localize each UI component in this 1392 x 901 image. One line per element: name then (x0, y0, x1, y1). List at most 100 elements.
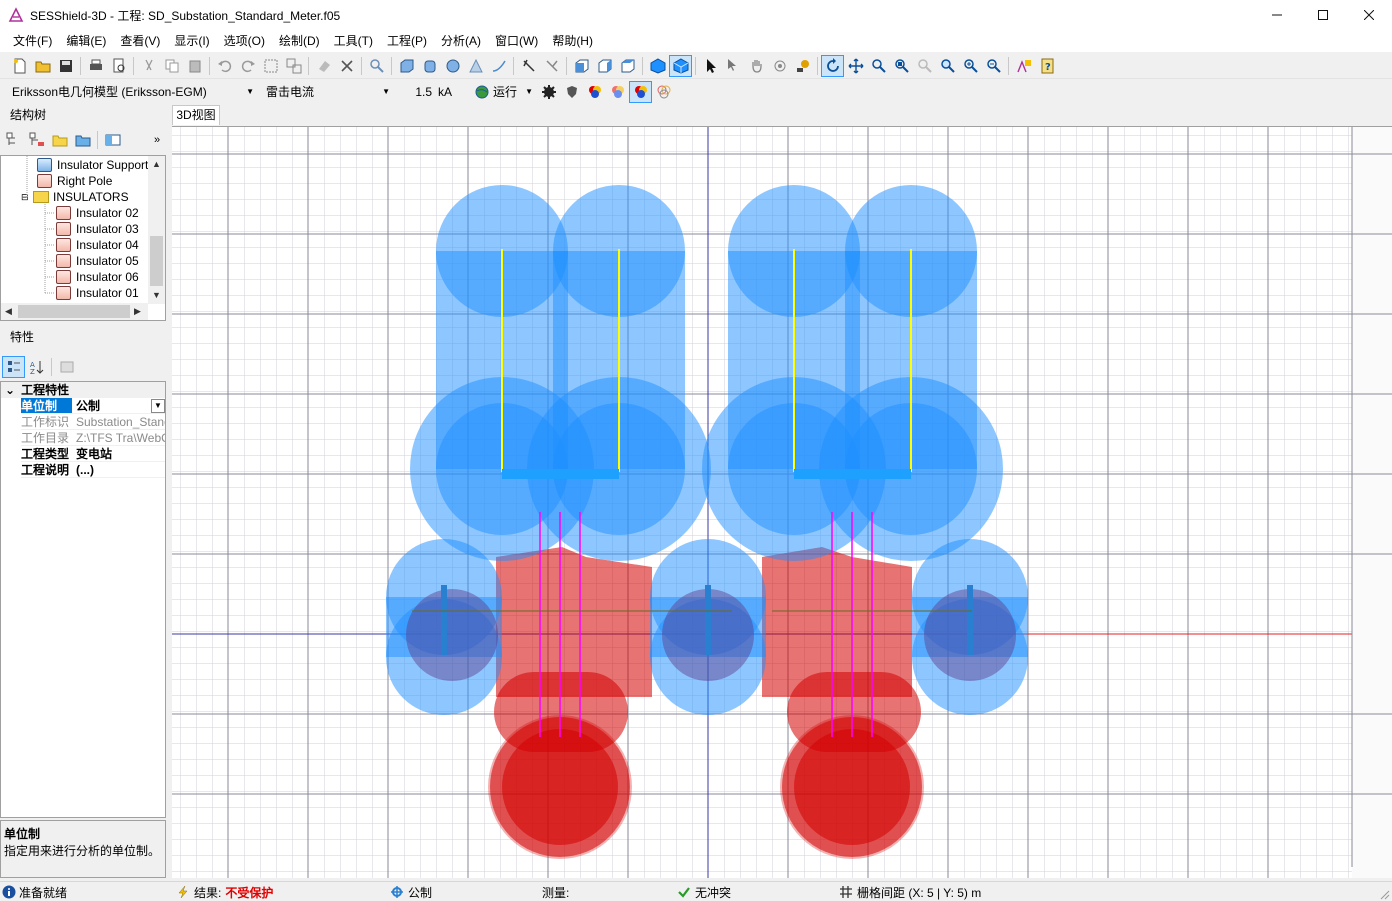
property-row-units[interactable]: 单位制 公制 ▼ (21, 398, 165, 414)
property-pages-button[interactable] (55, 356, 78, 378)
3d-scene[interactable] (172, 127, 1392, 878)
collapse-all-button[interactable] (25, 129, 48, 151)
minimize-button[interactable] (1254, 0, 1300, 30)
menu-view[interactable]: 查看(V) (113, 30, 167, 52)
model-select[interactable]: Eriksson电几何模型 (Eriksson-EGM) ▼ (8, 81, 258, 102)
maximize-button[interactable] (1300, 0, 1346, 30)
select-box-button[interactable] (722, 55, 745, 77)
tree-vertical-scrollbar[interactable]: ▲ ▼ (148, 156, 165, 304)
alphabetical-button[interactable]: AZ (25, 356, 48, 378)
draw-sphere-button[interactable] (441, 55, 464, 77)
print-preview-button[interactable] (107, 55, 130, 77)
zoom-window-button[interactable] (890, 55, 913, 77)
move-view-button[interactable] (844, 55, 867, 77)
erase-button[interactable] (312, 55, 335, 77)
orbit-button[interactable] (768, 55, 791, 77)
property-row-work-dir[interactable]: 工作目录 Z:\TFS Tra\WebC (21, 430, 165, 446)
draw-cylinder-button[interactable] (418, 55, 441, 77)
run-button[interactable]: 运行 ▼ (493, 81, 537, 102)
tree-horizontal-scrollbar[interactable]: ◀ ▶ (1, 303, 148, 320)
menu-edit[interactable]: 编辑(E) (59, 30, 113, 52)
property-value[interactable]: 公制 (72, 398, 151, 413)
zoom-out-button[interactable] (982, 55, 1005, 77)
view-iso-button[interactable] (646, 55, 669, 77)
draw-box-button[interactable] (395, 55, 418, 77)
scroll-thumb[interactable] (18, 305, 130, 318)
view-shaded-button[interactable] (669, 54, 692, 77)
scroll-left-icon[interactable]: ◀ (5, 306, 12, 317)
paste-button[interactable] (183, 55, 206, 77)
properties-toggle-button[interactable] (101, 129, 124, 151)
tree-item-insulator[interactable]: Insulator 06 (56, 269, 139, 285)
overflow-chevron-icon[interactable]: » (154, 134, 160, 146)
menu-file[interactable]: 文件(F) (6, 30, 59, 52)
copy-button[interactable] (160, 55, 183, 77)
zoom-in-button[interactable] (959, 55, 982, 77)
color-scheme-3-button[interactable] (629, 80, 652, 103)
tree-item-insulator[interactable]: Insulator 05 (56, 253, 139, 269)
collapse-category-icon[interactable]: ⌄ (5, 383, 15, 397)
measure-button[interactable] (791, 55, 814, 77)
zoom-realtime-button[interactable] (867, 55, 890, 77)
tree-item-insulator[interactable]: Insulator 04 (56, 237, 139, 253)
color-scheme-4-button[interactable] (652, 81, 675, 103)
pan-hand-button[interactable] (745, 55, 768, 77)
new-folder-button[interactable] (48, 129, 71, 151)
menu-project[interactable]: 工程(P) (380, 30, 434, 52)
view-side-button[interactable] (593, 55, 616, 77)
color-scheme-2-button[interactable] (606, 81, 629, 103)
property-grid[interactable]: ⌄ 工程特性 单位制 公制 ▼ 工作标识 Substation_Standa 工作… (0, 381, 166, 818)
structure-tree[interactable]: Insulator Support Right Pole ⊟ INSULATORS… (0, 155, 166, 321)
rotate-view-button[interactable] (821, 54, 844, 77)
property-row-work-id[interactable]: 工作标识 Substation_Standa (21, 414, 165, 430)
menu-draw[interactable]: 绘制(D) (272, 30, 327, 52)
menu-window[interactable]: 窗口(W) (488, 30, 545, 52)
find-button[interactable] (365, 55, 388, 77)
zoom-previous-button[interactable] (913, 55, 936, 77)
menu-options[interactable]: 选项(O) (217, 30, 272, 52)
close-button[interactable] (1346, 0, 1392, 30)
print-button[interactable] (84, 55, 107, 77)
dropdown-arrow-icon[interactable]: ▼ (151, 399, 165, 413)
tree-item-insulator[interactable]: Insulator 01 (56, 285, 139, 301)
settings-button[interactable] (537, 81, 560, 103)
scroll-down-icon[interactable]: ▼ (152, 290, 161, 300)
about-button[interactable] (1012, 55, 1035, 77)
view-top-button[interactable] (616, 55, 639, 77)
save-button[interactable] (54, 55, 77, 77)
property-row-description[interactable]: 工程说明 (...) (21, 462, 165, 478)
tab-3d-view[interactable]: 3D视图 (172, 105, 220, 125)
menu-help[interactable]: 帮助(H) (545, 30, 600, 52)
property-value[interactable]: 变电站 (72, 446, 165, 461)
tree-item-insulator[interactable]: Insulator 03 (56, 221, 139, 237)
shield-wire-button[interactable] (540, 55, 563, 77)
open-folder-button[interactable] (71, 129, 94, 151)
tree-item-insulator[interactable]: Insulator 02 (56, 205, 139, 221)
menu-tools[interactable]: 工具(T) (327, 30, 380, 52)
menu-analysis[interactable]: 分析(A) (434, 30, 488, 52)
draw-wire-button[interactable] (487, 55, 510, 77)
cut-button[interactable] (137, 55, 160, 77)
redo-button[interactable] (236, 55, 259, 77)
shield-check-button[interactable] (560, 81, 583, 103)
new-file-button[interactable] (8, 55, 31, 77)
current-input[interactable]: 1.5 (394, 82, 432, 102)
color-scheme-1-button[interactable] (583, 81, 606, 103)
menu-display[interactable]: 显示(I) (167, 30, 216, 52)
ungroup-button[interactable] (282, 55, 305, 77)
draw-cone-button[interactable] (464, 55, 487, 77)
scroll-up-icon[interactable]: ▲ (152, 159, 161, 169)
undo-button[interactable] (213, 55, 236, 77)
scroll-right-icon[interactable]: ▶ (134, 306, 141, 317)
group-button[interactable] (259, 55, 282, 77)
property-category[interactable]: ⌄ 工程特性 (1, 382, 165, 398)
resize-grip-icon[interactable] (1378, 888, 1390, 900)
open-file-button[interactable] (31, 55, 54, 77)
property-row-project-type[interactable]: 工程类型 变电站 (21, 446, 165, 462)
categorized-button[interactable] (2, 356, 25, 378)
property-value[interactable]: (...) (72, 462, 165, 477)
analysis-type-select[interactable]: 雷击电流 ▼ (262, 81, 394, 102)
help-button[interactable]: ? (1035, 55, 1058, 77)
scroll-thumb[interactable] (150, 236, 163, 286)
expand-all-button[interactable] (2, 129, 25, 151)
